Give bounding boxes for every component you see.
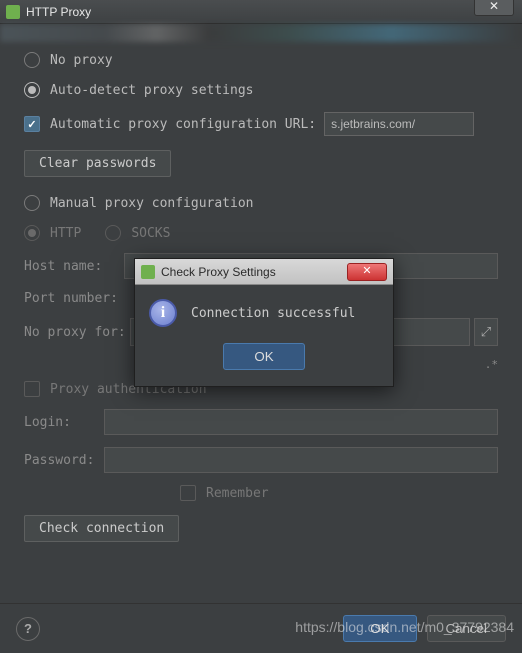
dialog-footer: ? OK Cancel bbox=[0, 603, 522, 653]
radio-icon bbox=[24, 82, 40, 98]
cancel-button[interactable]: Cancel bbox=[427, 615, 507, 642]
socks-label: SOCKS bbox=[131, 226, 170, 241]
http-label: HTTP bbox=[50, 226, 81, 241]
password-row: Password: bbox=[24, 447, 498, 473]
radio-icon bbox=[24, 52, 40, 68]
titlebar: HTTP Proxy ✕ bbox=[0, 0, 522, 24]
http-radio[interactable]: HTTP bbox=[24, 225, 81, 241]
dialog-body: i Connection successful bbox=[135, 285, 393, 343]
no-proxy-for-label: No proxy for: bbox=[24, 325, 130, 340]
remember-label: Remember bbox=[206, 486, 269, 501]
pac-url-label: Automatic proxy configuration URL: bbox=[50, 117, 316, 132]
remember-checkbox[interactable] bbox=[180, 485, 196, 501]
check-icon: ✓ bbox=[27, 118, 36, 131]
app-logo-icon bbox=[6, 5, 20, 19]
info-icon: i bbox=[149, 299, 177, 327]
password-input[interactable] bbox=[104, 447, 498, 473]
radio-icon bbox=[24, 225, 40, 241]
radio-icon bbox=[105, 225, 121, 241]
dialog-footer-inner: OK bbox=[135, 343, 393, 386]
radio-dot-icon bbox=[28, 86, 36, 94]
pac-url-row: ✓ Automatic proxy configuration URL: bbox=[24, 112, 498, 136]
login-input[interactable] bbox=[104, 409, 498, 435]
expand-button[interactable]: ⤢ bbox=[474, 318, 498, 346]
pac-url-input[interactable] bbox=[324, 112, 474, 136]
password-label: Password: bbox=[24, 453, 104, 468]
pac-url-checkbox[interactable]: ✓ bbox=[24, 116, 40, 132]
host-label: Host name: bbox=[24, 259, 124, 274]
proxy-auth-checkbox[interactable] bbox=[24, 381, 40, 397]
remember-row: Remember bbox=[180, 485, 498, 501]
no-proxy-label: No proxy bbox=[50, 53, 113, 68]
window-close-button[interactable]: ✕ bbox=[474, 0, 514, 16]
manual-proxy-radio[interactable]: Manual proxy configuration bbox=[24, 195, 498, 211]
dialog-close-button[interactable]: ✕ bbox=[347, 263, 387, 281]
ok-button[interactable]: OK bbox=[343, 615, 416, 642]
socks-radio[interactable]: SOCKS bbox=[105, 225, 170, 241]
header-divider bbox=[0, 24, 522, 42]
dialog-title: Check Proxy Settings bbox=[161, 265, 347, 279]
radio-icon bbox=[24, 195, 40, 211]
dialog-message: Connection successful bbox=[191, 306, 355, 321]
auto-detect-radio[interactable]: Auto-detect proxy settings bbox=[24, 82, 498, 98]
window-title: HTTP Proxy bbox=[26, 5, 91, 19]
login-row: Login: bbox=[24, 409, 498, 435]
port-label: Port number: bbox=[24, 291, 124, 306]
auto-detect-label: Auto-detect proxy settings bbox=[50, 83, 254, 98]
help-button[interactable]: ? bbox=[16, 617, 40, 641]
dialog-titlebar: Check Proxy Settings ✕ bbox=[135, 259, 393, 285]
no-proxy-radio[interactable]: No proxy bbox=[24, 52, 498, 68]
expand-icon: ⤢ bbox=[481, 324, 491, 340]
app-logo-icon bbox=[141, 265, 155, 279]
clear-passwords-button[interactable]: Clear passwords bbox=[24, 150, 171, 177]
check-proxy-dialog: Check Proxy Settings ✕ i Connection succ… bbox=[134, 258, 394, 387]
radio-dot-icon bbox=[28, 229, 36, 237]
manual-proxy-label: Manual proxy configuration bbox=[50, 196, 254, 211]
help-icon: ? bbox=[24, 621, 32, 636]
login-label: Login: bbox=[24, 415, 104, 430]
check-connection-button[interactable]: Check connection bbox=[24, 515, 179, 542]
dialog-ok-button[interactable]: OK bbox=[223, 343, 304, 370]
